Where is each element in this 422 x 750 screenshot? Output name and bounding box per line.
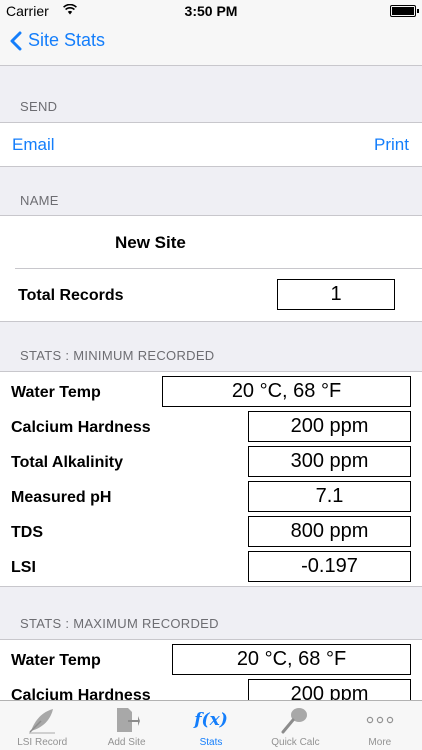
total-records-label: Total Records (18, 287, 124, 304)
min-water-temp-label: Water Temp (11, 384, 101, 401)
tab-lsi-record-label: LSI Record (17, 737, 68, 748)
tab-add-site[interactable]: Add Site (84, 701, 168, 750)
total-records-value: 1 (277, 279, 395, 310)
navigation-bar: Site Stats (0, 22, 422, 66)
min-calcium-hardness-label: Calcium Hardness (11, 419, 151, 436)
stats-min-section-header: STATS : MINIMUM RECORDED (20, 348, 215, 363)
stats-max-section-header: STATS : MAXIMUM RECORDED (20, 616, 219, 631)
battery-fill (392, 7, 414, 15)
min-tds-label: TDS (11, 524, 43, 541)
tab-stats-label: Stats (199, 737, 223, 748)
tab-lsi-record[interactable]: LSI Record (0, 701, 84, 750)
min-total-alkalinity-value: 300 ppm (248, 446, 411, 477)
min-water-temp-value: 20 °C, 68 °F (162, 376, 411, 407)
back-button[interactable]: Site Stats (10, 30, 105, 51)
print-button[interactable]: Print (374, 135, 409, 155)
max-water-temp-label: Water Temp (11, 652, 101, 669)
tab-stats[interactable]: f(x) Stats (169, 701, 253, 750)
more-icon (366, 705, 394, 735)
tab-more[interactable]: More (338, 701, 422, 750)
max-water-temp-value: 20 °C, 68 °F (172, 644, 411, 675)
tab-more-label: More (368, 737, 392, 748)
chevron-left-icon (10, 31, 22, 50)
status-bar: Carrier 3:50 PM (0, 0, 422, 22)
tab-add-site-label: Add Site (107, 737, 146, 748)
min-total-alkalinity-label: Total Alkalinity (11, 454, 124, 471)
min-tds-value: 800 ppm (248, 516, 411, 547)
battery-icon (390, 5, 419, 17)
tab-quick-calc[interactable]: Quick Calc (253, 701, 337, 750)
stats-min-card: Water Temp 20 °C, 68 °F Calcium Hardness… (0, 371, 422, 587)
send-section-header: SEND (20, 99, 58, 114)
min-lsi-label: LSI (11, 559, 36, 576)
name-card: New Site Total Records 1 (0, 215, 422, 322)
send-card: Email Print (0, 122, 422, 167)
function-icon: f(x) (194, 710, 228, 730)
site-name: New Site (115, 233, 186, 252)
tab-quick-calc-label: Quick Calc (271, 737, 320, 748)
back-button-label: Site Stats (28, 30, 106, 50)
tab-bar: LSI Record Add Site f(x) Stats Quick Cal… (0, 700, 422, 750)
min-measured-ph-label: Measured pH (11, 489, 112, 506)
pool-net-icon (280, 705, 310, 735)
email-button[interactable]: Email (12, 135, 55, 155)
clock: 3:50 PM (184, 3, 238, 19)
feather-icon (27, 705, 57, 735)
min-calcium-hardness-value: 200 ppm (248, 411, 411, 442)
name-section-header: NAME (20, 193, 59, 208)
min-lsi-value: -0.197 (248, 551, 411, 582)
add-site-icon (114, 705, 140, 735)
divider (15, 268, 422, 269)
min-measured-ph-value: 7.1 (248, 481, 411, 512)
